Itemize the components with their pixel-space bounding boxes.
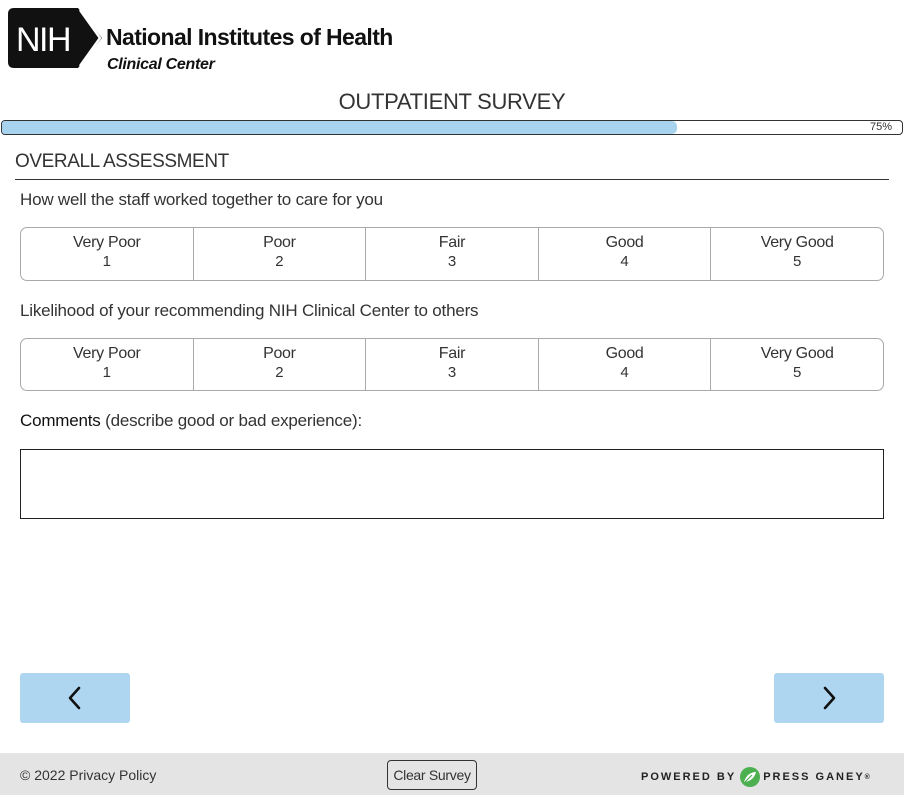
rating-option-very-good[interactable]: Very Good 5 xyxy=(711,228,883,280)
rating-option-value: 1 xyxy=(102,253,111,270)
comments-label-hint: (describe good or bad experience): xyxy=(100,411,362,430)
brand-name: PRESS GANEY xyxy=(763,771,865,783)
rating-scale-staff-teamwork: Very Poor 1 Poor 2 Fair 3 Good 4 Very Go… xyxy=(20,227,884,281)
rating-option-label: Good xyxy=(605,345,644,362)
rating-option-fair[interactable]: Fair 3 xyxy=(366,339,539,390)
rating-option-good[interactable]: Good 4 xyxy=(539,228,712,280)
previous-button[interactable] xyxy=(20,673,130,723)
rating-scale-recommend-likelihood: Very Poor 1 Poor 2 Fair 3 Good 4 Very Go… xyxy=(20,338,884,391)
rating-option-poor[interactable]: Poor 2 xyxy=(194,339,367,390)
rating-option-value: 3 xyxy=(447,364,457,381)
survey-title: OUTPATIENT SURVEY xyxy=(338,89,566,114)
rating-option-label: Very Poor xyxy=(73,345,141,362)
rating-option-value: 3 xyxy=(447,253,457,270)
nih-logo: NIH National Institutes of Health Clinic… xyxy=(8,8,398,78)
rating-option-label: Very Good xyxy=(760,345,834,362)
rating-option-value: 2 xyxy=(275,364,284,381)
rating-option-label: Very Poor xyxy=(73,234,141,251)
next-button[interactable] xyxy=(774,673,884,723)
progress-bar: 75% xyxy=(1,120,903,135)
rating-option-value: 2 xyxy=(275,253,284,270)
powered-by-text: POWERED BY xyxy=(641,771,737,783)
rating-option-very-poor[interactable]: Very Poor 1 xyxy=(21,228,194,280)
footer: © 2022 Privacy Policy Clear Survey POWER… xyxy=(0,753,904,795)
rating-option-good[interactable]: Good 4 xyxy=(539,339,712,390)
rating-option-value: 5 xyxy=(793,253,802,270)
press-ganey-leaf-icon xyxy=(740,767,761,787)
comments-field[interactable] xyxy=(20,449,884,519)
chevron-left-icon xyxy=(68,686,81,710)
rating-option-fair[interactable]: Fair 3 xyxy=(366,228,539,280)
progress-label: 75% xyxy=(869,121,892,133)
logo-badge-text: NIH xyxy=(16,21,70,59)
brand-mark: ® xyxy=(864,773,870,781)
rating-option-value: 4 xyxy=(620,253,629,270)
rating-option-value: 5 xyxy=(793,364,802,381)
rating-option-very-good[interactable]: Very Good 5 xyxy=(711,339,883,390)
comments-label-bold: Comments xyxy=(20,411,101,430)
rating-option-label: Good xyxy=(605,234,644,251)
question-recommend-likelihood: Likelihood of your recommending NIH Clin… xyxy=(20,301,479,320)
org-subtitle: Clinical Center xyxy=(107,56,215,73)
rating-option-value: 4 xyxy=(620,364,629,381)
rating-option-label: Poor xyxy=(263,345,296,362)
footer-copyright: © 2022 Privacy Policy xyxy=(20,767,156,783)
clear-survey-button[interactable]: Clear Survey xyxy=(387,760,477,790)
privacy-policy-link[interactable]: Privacy Policy xyxy=(69,767,156,783)
section-divider xyxy=(15,179,889,180)
powered-by-press-ganey: POWERED BY PRESS GANEY ® xyxy=(641,767,870,787)
org-name: National Institutes of Health xyxy=(106,24,393,50)
copyright-text: © 2022 xyxy=(20,767,66,783)
chevron-right-icon xyxy=(823,686,836,710)
comments-label: Comments (describe good or bad experienc… xyxy=(20,411,362,431)
question-staff-teamwork: How well the staff worked together to ca… xyxy=(20,190,383,209)
rating-option-very-poor[interactable]: Very Poor 1 xyxy=(21,339,194,390)
rating-option-value: 1 xyxy=(102,364,111,381)
nih-badge-icon: NIH xyxy=(8,8,102,68)
progress-fill xyxy=(2,121,677,134)
section-title: OVERALL ASSESSMENT xyxy=(15,151,229,172)
rating-option-label: Very Good xyxy=(760,234,834,251)
rating-option-poor[interactable]: Poor 2 xyxy=(194,228,367,280)
rating-option-label: Fair xyxy=(438,345,466,362)
rating-option-label: Fair xyxy=(438,234,466,251)
rating-option-label: Poor xyxy=(263,234,296,251)
